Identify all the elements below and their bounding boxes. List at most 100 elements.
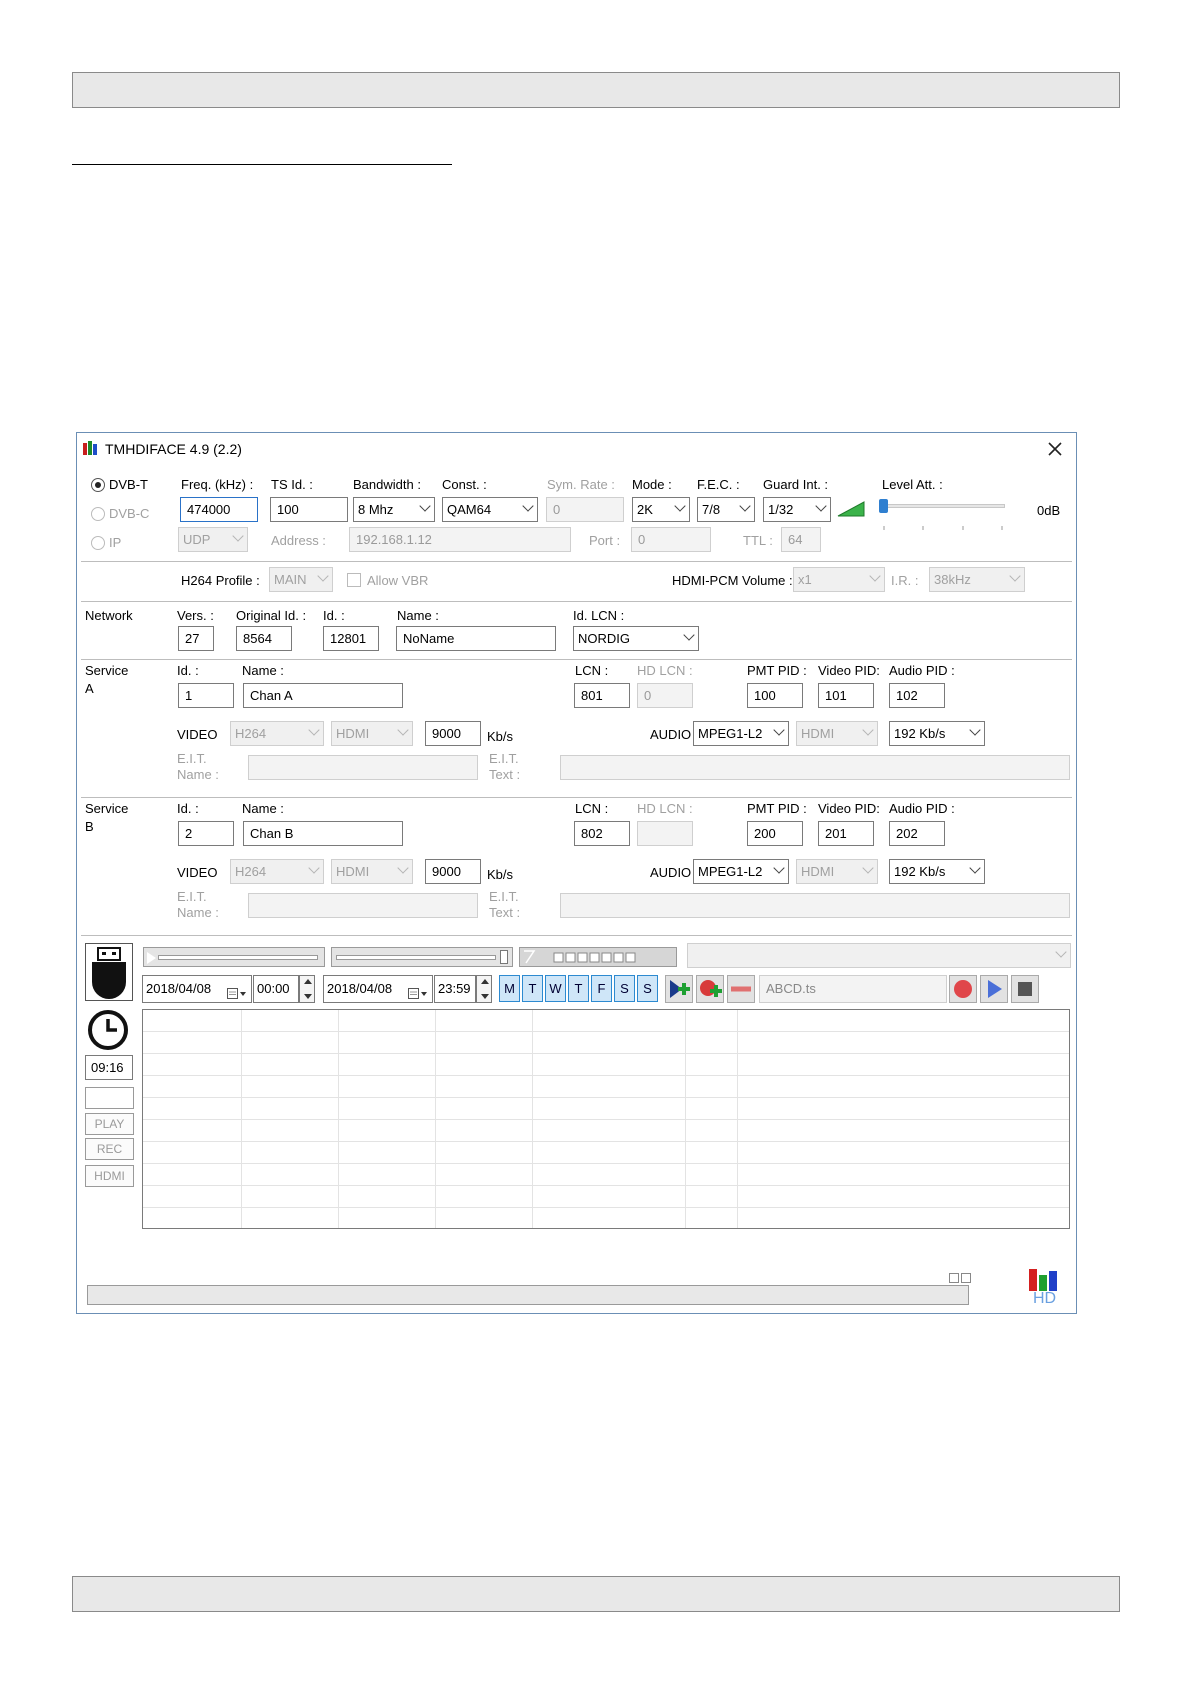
hdmi-volume-select[interactable]: x1 [793,567,885,592]
start-date-input[interactable]: 2018/04/08 [142,975,252,1003]
table-row[interactable] [143,1054,1069,1076]
network-lcn-select[interactable]: NORDIG [573,626,699,651]
service-a-audio-codec-select[interactable]: MPEG1-L2 [693,721,789,746]
close-icon[interactable] [1045,439,1065,459]
usb-drive-icon[interactable] [85,943,133,1001]
record-icon[interactable] [949,975,977,1003]
radio-dvbc[interactable] [91,507,105,521]
service-b-audio-pid-input[interactable]: 202 [889,821,945,846]
service-a-name-input[interactable]: Chan A [243,683,403,708]
play-button[interactable]: PLAY [85,1113,134,1135]
day-thursday-button[interactable]: T [568,975,589,1002]
end-date-input[interactable]: 2018/04/08 [323,975,433,1003]
calendar-icon[interactable] [227,983,247,999]
protocol-select[interactable]: UDP [178,527,248,552]
schedule-table[interactable] [142,1009,1070,1229]
playback-slider[interactable] [143,947,325,967]
fec-select[interactable]: 7/8 [697,497,755,522]
ir-select[interactable]: 38kHz [929,567,1025,592]
table-row[interactable] [143,1120,1069,1142]
radio-ip[interactable] [91,536,105,550]
service-a-lcn-input[interactable]: 801 [574,683,630,708]
network-vers-input[interactable]: 27 [178,626,214,651]
remove-icon[interactable] [727,975,755,1003]
service-b-audio-codec-select[interactable]: MPEG1-L2 [693,859,789,884]
day-monday-button[interactable]: M [499,975,520,1002]
const-select[interactable]: QAM64 [442,497,538,522]
day-tuesday-button[interactable]: T [522,975,543,1002]
day-saturday-button[interactable]: S [614,975,635,1002]
record-file-input[interactable]: ABCD.ts [759,975,947,1003]
service-a-id-input[interactable]: 1 [178,683,234,708]
service-a-pmt-input[interactable]: 100 [747,683,803,708]
table-row[interactable] [143,1142,1069,1164]
profile-select[interactable]: MAIN [269,567,333,592]
service-a-video-source-select[interactable]: HDMI [331,721,413,746]
table-row[interactable] [143,1208,1069,1228]
address-input[interactable]: 192.168.1.12 [349,527,571,552]
service-a-video-pid-input[interactable]: 101 [818,683,874,708]
port-input[interactable]: 0 [631,527,711,552]
service-b-id-label: Id. : [177,801,199,816]
start-time-input[interactable]: 00:00 [253,975,299,1003]
bandwidth-select[interactable]: 8 Mhz [353,497,435,522]
level-slider[interactable] [877,497,1009,530]
hdmi-button[interactable]: HDMI [85,1165,134,1187]
network-name-input[interactable]: NoName [396,626,556,651]
add-play-icon[interactable] [665,975,693,1003]
tsid-input[interactable]: 100 [270,497,348,522]
service-b-audio-rate-select[interactable]: 192 Kb/s [889,859,985,884]
freq-input[interactable]: 474000 [180,497,258,522]
service-b-video-source-select[interactable]: HDMI [331,859,413,884]
service-a-video-codec-select[interactable]: H264 [230,721,324,746]
service-b-video-codec-select[interactable]: H264 [230,859,324,884]
service-a-audio-source-select[interactable]: HDMI [796,721,878,746]
end-time-spinner[interactable] [476,975,492,1003]
day-friday-button[interactable]: F [591,975,612,1002]
ttl-input[interactable]: 64 [781,527,821,552]
service-a-audio-rate-select[interactable]: 192 Kb/s [889,721,985,746]
service-b-pmt-input[interactable]: 200 [747,821,803,846]
service-b-audio-source-select[interactable]: HDMI [796,859,878,884]
calendar-icon[interactable] [408,983,428,999]
service-b-id-input[interactable]: 2 [178,821,234,846]
service-a-eit-text-input[interactable] [560,755,1070,780]
source-select[interactable] [687,943,1071,968]
table-row[interactable] [143,1186,1069,1208]
service-a-lcn-label: LCN : [575,663,609,678]
stop-icon[interactable] [1011,975,1039,1003]
symrate-input[interactable]: 0 [546,497,624,522]
start-time-spinner[interactable] [299,975,315,1003]
rec-button[interactable]: REC [85,1138,134,1160]
table-row[interactable] [143,1076,1069,1098]
service-a-bitrate-input[interactable]: 9000 [425,721,481,746]
vbr-checkbox[interactable] [347,573,361,587]
service-b-video-pid-input[interactable]: 201 [818,821,874,846]
play-icon[interactable] [980,975,1008,1003]
service-b-name-input[interactable]: Chan B [243,821,403,846]
volume-slider-thumb[interactable] [500,950,508,964]
mode-select[interactable]: 2K [632,497,690,522]
add-record-icon[interactable] [696,975,724,1003]
end-time-input[interactable]: 23:59 [434,975,476,1003]
guard-select[interactable]: 1/32 [763,497,831,522]
service-a-hdlcn-input[interactable]: 0 [637,683,693,708]
table-row[interactable] [143,1098,1069,1120]
radio-dvbt[interactable] [91,478,105,492]
table-row[interactable] [143,1164,1069,1186]
level-slider-thumb[interactable] [879,499,888,513]
network-id-input[interactable]: 12801 [323,626,379,651]
service-b-eit-text-input[interactable] [560,893,1070,918]
service-a-eit-name-input[interactable] [248,755,478,780]
service-b-lcn-input[interactable]: 802 [574,821,630,846]
table-row[interactable] [143,1032,1069,1054]
service-b-hdlcn-input[interactable] [637,821,693,846]
network-orig-input[interactable]: 8564 [236,626,292,651]
volume-slider[interactable] [331,947,513,967]
service-a-audio-pid-input[interactable]: 102 [889,683,945,708]
table-row[interactable] [143,1010,1069,1032]
service-b-bitrate-input[interactable]: 9000 [425,859,481,884]
day-wednesday-button[interactable]: W [545,975,566,1002]
service-b-eit-name-input[interactable] [248,893,478,918]
day-sunday-button[interactable]: S [637,975,658,1002]
